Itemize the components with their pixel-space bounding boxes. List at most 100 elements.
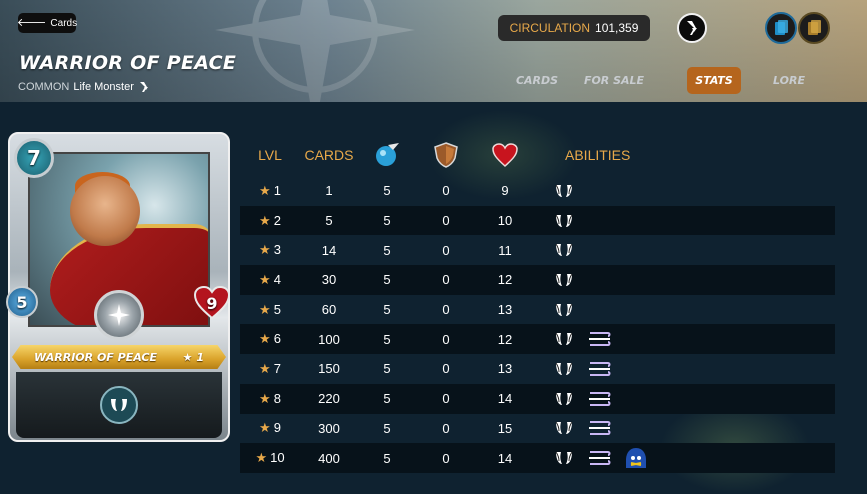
armor-cell: 0	[442, 272, 450, 288]
tab-lore[interactable]: LORE	[757, 67, 821, 94]
table-row: ★ 5 60 5 0 13	[240, 295, 835, 325]
level-value: 3	[273, 242, 281, 258]
abilities-cell	[552, 418, 832, 438]
health-cell: 14	[497, 391, 513, 407]
health-cell: 13	[497, 361, 513, 377]
speed-icon	[358, 142, 416, 168]
rarity-label: COMMON	[18, 81, 70, 93]
star-icon: ★	[259, 390, 271, 406]
card-tabs: CARDS FOR SALE STATS LORE	[505, 67, 821, 94]
stats-table: LVL CARDS ABILITIES ★ 1 1 5 0 9 ★ 2 5 5 0 10 ★ 3 14 5 0 1…	[240, 138, 835, 473]
speed-cell: 5	[383, 450, 391, 466]
armor-cell: 0	[442, 450, 450, 466]
level-cell: ★ 6	[240, 331, 300, 347]
armor-cell: 0	[442, 302, 450, 318]
health-cell: 14	[497, 450, 513, 466]
armor-cell: 0	[442, 361, 450, 377]
divine-shield-icon[interactable]	[552, 211, 576, 231]
level-value: 9	[273, 420, 281, 436]
tab-cards[interactable]: CARDS	[505, 67, 569, 94]
mana-badge: 7	[14, 138, 54, 178]
health-value: 9	[206, 293, 218, 313]
level-value: 1	[273, 182, 281, 198]
table-row: ★ 1 1 5 0 9	[240, 176, 835, 206]
divine-shield-icon[interactable]	[100, 386, 138, 424]
speed-cell: 5	[383, 213, 391, 229]
divine-shield-icon[interactable]	[552, 359, 576, 379]
swiftness-icon[interactable]	[588, 448, 612, 468]
cards-cell: 400	[318, 450, 340, 466]
level-cell: ★ 9	[240, 420, 300, 436]
divine-shield-icon[interactable]	[552, 389, 576, 409]
circulation-badge: CIRCULATION 101,359	[498, 15, 650, 41]
divine-shield-icon[interactable]	[552, 448, 576, 468]
table-row: ★ 8 220 5 0 14	[240, 383, 835, 414]
swiftness-icon[interactable]	[588, 418, 612, 438]
stats-rows: ★ 1 1 5 0 9 ★ 2 5 5 0 10 ★ 3 14 5 0 11 ★ 4 30 5 0 12 ★ 5 60 5 0 13 ★ 6 1…	[240, 176, 835, 473]
divine-shield-icon[interactable]	[552, 181, 576, 201]
level-value: 4	[273, 271, 281, 287]
cards-cell: 30	[321, 272, 337, 288]
divine-shield-icon[interactable]	[552, 240, 576, 260]
level-value: 7	[273, 360, 281, 376]
header-abilities: ABILITIES	[565, 147, 631, 163]
table-row: ★ 6 100 5 0 12	[240, 324, 835, 355]
cards-cell: 5	[325, 213, 333, 229]
speed-cell: 5	[383, 183, 391, 199]
level-cell: ★ 4	[240, 272, 300, 288]
divine-shield-icon[interactable]	[552, 418, 576, 438]
swiftness-icon[interactable]	[588, 329, 612, 349]
level-value: 6	[273, 331, 281, 347]
level-cell: ★ 2	[240, 213, 300, 229]
speed-cell: 5	[383, 272, 391, 288]
level-value: 2	[273, 212, 281, 228]
speed-cell: 5	[383, 420, 391, 436]
stats-header-row: LVL CARDS ABILITIES	[240, 138, 835, 172]
star-icon: ★	[259, 301, 271, 317]
divine-shield-icon[interactable]	[552, 270, 576, 290]
blue-cards-icon[interactable]	[765, 12, 797, 44]
tab-for-sale[interactable]: FOR SALE	[569, 67, 659, 94]
cleanse-icon[interactable]	[624, 448, 648, 469]
level-value: 10	[270, 450, 285, 466]
speed-cell: 5	[383, 302, 391, 318]
gold-cards-icon[interactable]	[798, 12, 830, 44]
swiftness-icon[interactable]	[588, 359, 612, 379]
abilities-cell	[552, 448, 832, 469]
hive-icon[interactable]	[677, 13, 707, 43]
header-cards: CARDS	[304, 147, 354, 163]
table-row: ★ 7 150 5 0 13	[240, 354, 835, 384]
armor-cell: 0	[442, 391, 450, 407]
level-cell: ★ 1	[240, 183, 300, 199]
cards-cell: 14	[321, 242, 337, 258]
health-cell: 12	[497, 331, 513, 347]
divine-shield-icon[interactable]	[552, 300, 576, 320]
level-cell: ★ 5	[240, 302, 300, 318]
health-cell: 13	[497, 302, 513, 318]
star-icon: ★	[259, 360, 271, 376]
armor-cell: 0	[442, 331, 450, 347]
level-cell: ★ 7	[240, 361, 300, 377]
level-value: 5	[273, 301, 281, 317]
table-row: ★ 2 5 5 0 10	[240, 205, 835, 236]
abilities-cell	[552, 181, 832, 201]
card-type-label: Life Monster	[73, 81, 134, 93]
card-header: 🡐 Cards WARRIOR OF PEACE COMMON Life Mon…	[0, 0, 867, 102]
divine-shield-icon[interactable]	[552, 329, 576, 349]
health-cell: 9	[501, 183, 509, 199]
card-name: WARRIOR OF PEACE	[34, 350, 157, 364]
speed-cell: 5	[383, 391, 391, 407]
back-to-cards-button[interactable]: 🡐 Cards	[17, 13, 77, 33]
level-cell: ★ 10	[240, 450, 300, 466]
health-cell: 10	[497, 213, 513, 229]
swiftness-icon[interactable]	[588, 389, 612, 409]
cards-cell: 60	[321, 302, 337, 318]
mana-value: 7	[27, 146, 41, 170]
speed-value: 5	[16, 292, 28, 312]
speed-cell: 5	[383, 242, 391, 258]
tab-stats[interactable]: STATS	[687, 67, 741, 94]
abilities-cell	[552, 300, 832, 320]
armor-cell: 0	[442, 242, 450, 258]
hive-icon	[139, 82, 148, 92]
level-cell: ★ 8	[240, 391, 300, 407]
